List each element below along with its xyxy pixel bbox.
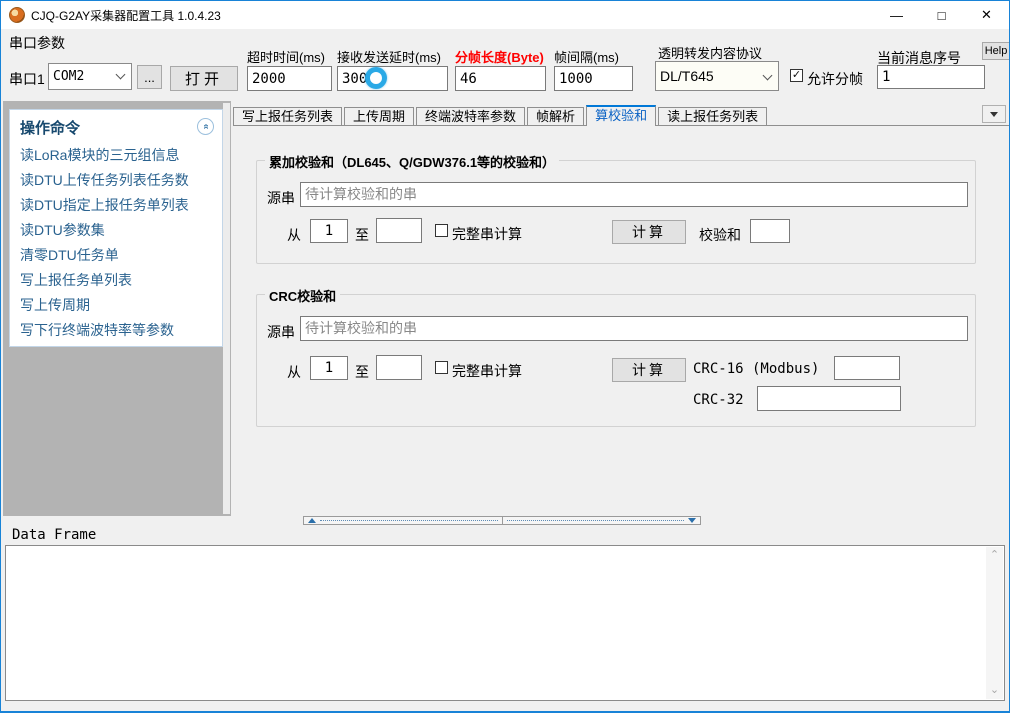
command-panel: 操作命令 « 读LoRa模块的三元组信息 读DTU上传任务列表任务数 读DTU指… (9, 109, 223, 347)
msg-seq-input[interactable] (877, 65, 985, 89)
tab-upload-period[interactable]: 上传周期 (344, 107, 414, 125)
checksum-full-string-checkbox[interactable] (435, 224, 448, 237)
splitter-down-icon[interactable] (688, 518, 696, 523)
accumulate-checksum-group: 累加校验和（DL645、Q/GDW376.1等的校验和） 源串 从 至 完整串计… (256, 160, 976, 264)
splitter-dots (320, 520, 498, 521)
checksum-result-input[interactable] (750, 219, 790, 243)
browse-port-button[interactable]: ... (137, 65, 162, 89)
sidebar-item-read-dtu-task-list[interactable]: 读DTU指定上报任务单列表 (10, 193, 222, 218)
checksum-from-input[interactable] (310, 219, 348, 243)
scroll-up-icon[interactable]: ⌃ (986, 547, 1003, 564)
crc16-result-input[interactable] (834, 356, 900, 380)
sidebar-container: 操作命令 « 读LoRa模块的三元组信息 读DTU上传任务列表任务数 读DTU指… (3, 101, 231, 516)
protocol-value: DL/T645 (660, 68, 714, 84)
splitter-handle[interactable] (303, 516, 701, 525)
crc-checksum-group: CRC校验和 源串 从 至 完整串计算 计算 CRC-16 (Modbus) C… (256, 294, 976, 427)
sidebar-item-write-task-list[interactable]: 写上报任务单列表 (10, 268, 222, 293)
minimize-button[interactable]: — (874, 1, 919, 29)
tab-baudrate-params[interactable]: 终端波特率参数 (416, 107, 525, 125)
tab-read-task-list[interactable]: 读上报任务列表 (658, 107, 767, 125)
crc-checksum-title: CRC校验和 (265, 286, 340, 305)
maximize-button[interactable]: □ (919, 1, 964, 29)
timeout-input[interactable] (247, 66, 332, 91)
splitter-up-icon[interactable] (308, 518, 316, 523)
tab-strip: 写上报任务列表 上传周期 终端波特率参数 帧解析 算校验和 读上报任务列表 (233, 105, 1009, 126)
frame-interval-label: 帧间隔(ms) (554, 47, 619, 66)
crc16-label: CRC-16 (Modbus) (693, 361, 819, 377)
to-label: 至 (355, 225, 369, 245)
sidebar-item-read-dtu-task-count[interactable]: 读DTU上传任务列表任务数 (10, 168, 222, 193)
accumulate-checksum-title: 累加校验和（DL645、Q/GDW376.1等的校验和） (265, 152, 559, 171)
timeout-label: 超时时间(ms) (247, 47, 325, 66)
tab-checksum[interactable]: 算校验和 (586, 105, 656, 126)
checksum-to-input[interactable] (376, 218, 422, 243)
rxtx-delay-input[interactable] (337, 66, 448, 91)
app-icon (9, 7, 25, 23)
to-label: 至 (355, 362, 369, 382)
protocol-label: 透明转发内容协议 (658, 43, 762, 62)
checksum-full-string-label: 完整串计算 (452, 224, 522, 244)
checksum-calc-button[interactable]: 计算 (612, 220, 686, 244)
rxtx-delay-label: 接收发送延时(ms) (337, 47, 441, 66)
sidebar-item-read-dtu-params[interactable]: 读DTU参数集 (10, 218, 222, 243)
crc-calc-button[interactable]: 计算 (612, 358, 686, 382)
source-string-label: 源串 (267, 322, 295, 342)
tab-overflow-button[interactable] (982, 105, 1006, 123)
chevron-down-icon (763, 71, 773, 81)
tab-write-task-list[interactable]: 写上报任务列表 (233, 107, 342, 125)
allow-split-checkbox[interactable]: ✓ (790, 69, 803, 82)
checksum-result-label: 校验和 (699, 225, 741, 245)
sidebar-item-write-baudrate-params[interactable]: 写下行终端波特率等参数 (10, 318, 222, 343)
window-title: CJQ-G2AY采集器配置工具 1.0.4.23 (31, 7, 221, 24)
com-port-select[interactable]: COM2 (48, 63, 132, 90)
frame-interval-input[interactable] (554, 66, 633, 91)
source-string-label: 源串 (267, 188, 295, 208)
scroll-down-icon[interactable]: ⌄ (986, 682, 1003, 699)
frame-length-input[interactable] (455, 66, 546, 91)
app-window: CJQ-G2AY采集器配置工具 1.0.4.23 — □ ✕ 串口参数 串口1 … (0, 0, 1010, 713)
from-label: 从 (287, 362, 301, 382)
triangle-down-icon (990, 112, 998, 117)
checksum-tab-page: 累加校验和（DL645、Q/GDW376.1等的校验和） 源串 从 至 完整串计… (233, 126, 1009, 516)
chevron-down-icon (116, 70, 126, 80)
splitter-dots (507, 520, 685, 521)
command-panel-header: 操作命令 « (10, 110, 222, 143)
frame-length-label: 分帧长度(Byte) (455, 47, 544, 66)
crc-full-string-checkbox[interactable] (435, 361, 448, 374)
serial-group-label: 串口参数 (9, 33, 65, 53)
com-port-value: COM2 (53, 69, 84, 84)
crc-to-input[interactable] (376, 355, 422, 380)
data-frame-scrollbar[interactable]: ⌃ ⌄ (986, 547, 1003, 699)
crc-from-input[interactable] (310, 356, 348, 380)
crc32-label: CRC-32 (693, 392, 744, 408)
help-button[interactable]: Help (982, 42, 1010, 60)
sidebar-item-read-lora-triplet[interactable]: 读LoRa模块的三元组信息 (10, 143, 222, 168)
crc32-result-input[interactable] (757, 386, 901, 411)
data-frame-label: Data Frame (12, 527, 96, 543)
from-label: 从 (287, 225, 301, 245)
serial-port-label: 串口1 (9, 69, 45, 89)
sidebar-item-write-upload-period[interactable]: 写上传周期 (10, 293, 222, 318)
crc-source-input[interactable] (300, 316, 968, 341)
protocol-select[interactable]: DL/T645 (655, 61, 779, 91)
collapse-icon[interactable]: « (197, 118, 214, 135)
tab-frame-parse[interactable]: 帧解析 (527, 107, 584, 125)
command-panel-title: 操作命令 (20, 120, 80, 137)
close-button[interactable]: ✕ (964, 1, 1009, 29)
open-port-button[interactable]: 打开 (170, 66, 238, 91)
sidebar-item-clear-dtu-tasks[interactable]: 清零DTU任务单 (10, 243, 222, 268)
data-frame-textarea[interactable]: ⌃ ⌄ (5, 545, 1005, 701)
sidebar-scrollbar[interactable] (223, 103, 230, 514)
checksum-source-input[interactable] (300, 182, 968, 207)
title-bar: CJQ-G2AY采集器配置工具 1.0.4.23 — □ ✕ (1, 1, 1009, 29)
allow-split-label: 允许分帧 (807, 69, 863, 89)
crc-full-string-label: 完整串计算 (452, 361, 522, 381)
